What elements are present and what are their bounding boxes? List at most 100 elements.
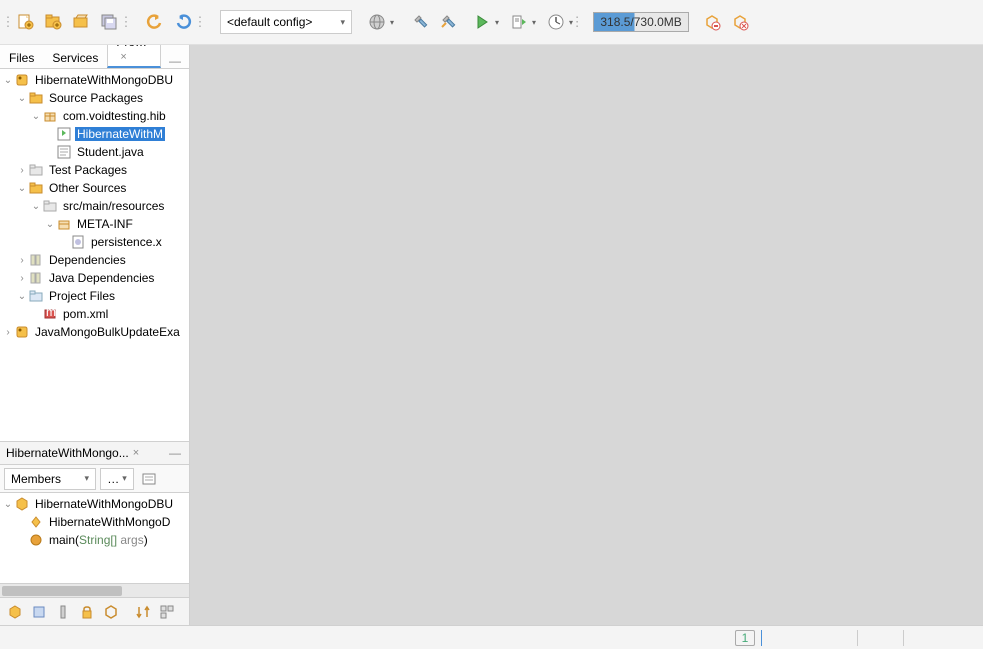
navigator-filter-bar xyxy=(0,597,189,625)
tree-project[interactable]: ⌄ HibernateWithMongoDBU xyxy=(0,71,189,89)
libraries-icon xyxy=(28,252,44,268)
project-tree[interactable]: ⌄ HibernateWithMongoDBU ⌄ Source Package… xyxy=(0,69,189,441)
close-icon[interactable]: × xyxy=(120,51,126,63)
dropdown-arrow[interactable]: ▾ xyxy=(532,18,536,27)
tree-folder-source-packages[interactable]: ⌄ Source Packages xyxy=(0,89,189,107)
tree-project[interactable]: › JavaMongoBulkUpdateExa xyxy=(0,323,189,341)
navigator-tabs: HibernateWithMongo... × — xyxy=(0,441,189,465)
profile-button[interactable] xyxy=(543,9,569,35)
browser-button[interactable] xyxy=(364,9,390,35)
class-icon xyxy=(14,496,30,512)
scrollbar-thumb[interactable] xyxy=(2,586,122,596)
expander-icon[interactable]: ⌄ xyxy=(2,499,14,510)
tree-xml-file[interactable]: persistence.x xyxy=(0,233,189,251)
run-button[interactable] xyxy=(469,9,495,35)
nav-history-button[interactable] xyxy=(138,468,160,490)
editor-area xyxy=(190,45,983,625)
toolbar-separator xyxy=(575,11,579,33)
tree-folder-test-packages[interactable]: › Test Packages xyxy=(0,161,189,179)
tree-java-class[interactable]: HibernateWithM xyxy=(0,125,189,143)
members-select[interactable]: Members▾ xyxy=(4,468,96,490)
sort-button[interactable] xyxy=(132,601,154,623)
group-button[interactable] xyxy=(156,601,178,623)
nav-class[interactable]: ⌄ HibernateWithMongoDBU xyxy=(0,495,189,513)
libraries-icon xyxy=(28,270,44,286)
java-main-icon xyxy=(56,126,72,142)
filter-static-button[interactable] xyxy=(52,601,74,623)
tree-folder-meta-inf[interactable]: ⌄ META-INF xyxy=(0,215,189,233)
status-cell xyxy=(903,630,943,646)
package-folder-icon xyxy=(28,180,44,196)
run-config-select[interactable]: <default config> ▾ xyxy=(220,10,352,34)
filter-inherited2-button[interactable] xyxy=(100,601,122,623)
expander-icon[interactable]: › xyxy=(16,165,28,176)
filter-fields-button[interactable] xyxy=(28,601,50,623)
expander-icon[interactable]: ⌄ xyxy=(44,219,56,230)
package-icon xyxy=(56,216,72,232)
expander-icon[interactable]: ⌄ xyxy=(16,291,28,302)
tree-package[interactable]: ⌄ com.voidtesting.hib xyxy=(0,107,189,125)
tree-java-class[interactable]: Student.java xyxy=(0,143,189,161)
view-select[interactable]: …▾ xyxy=(100,468,134,490)
tab-projects[interactable]: Pro…× xyxy=(107,45,161,68)
new-file-button[interactable] xyxy=(12,9,38,35)
save-all-button[interactable] xyxy=(96,9,122,35)
status-bar: 1 xyxy=(0,625,983,649)
memory-text: 318.5/730.0MB xyxy=(600,15,681,29)
expander-icon[interactable]: ⌄ xyxy=(30,201,42,212)
navigator-tab[interactable]: HibernateWithMongo... × xyxy=(0,443,145,463)
folder-icon xyxy=(42,198,58,214)
filter-inherited-button[interactable] xyxy=(4,601,26,623)
toolbar-separator xyxy=(6,11,10,33)
notifications-indicator[interactable]: 1 xyxy=(735,630,755,646)
pause-gc-button[interactable] xyxy=(699,9,725,35)
tree-folder-project-files[interactable]: ⌄ Project Files xyxy=(0,287,189,305)
expander-icon[interactable]: › xyxy=(2,327,14,338)
config-label: <default config> xyxy=(227,15,312,29)
minimize-icon[interactable]: — xyxy=(161,54,189,68)
nav-method[interactable]: main(String[] args) xyxy=(0,531,189,549)
project-icon xyxy=(14,72,30,88)
expander-icon[interactable]: ⌄ xyxy=(30,111,42,122)
expander-icon[interactable]: › xyxy=(16,255,28,266)
status-cell xyxy=(857,630,897,646)
expander-icon[interactable]: › xyxy=(16,273,28,284)
new-project-button[interactable] xyxy=(40,9,66,35)
memory-indicator[interactable]: 318.5/730.0MB xyxy=(593,12,689,32)
main-area: Files Services Pro…× — ⌄ HibernateWithMo… xyxy=(0,45,983,625)
minimize-icon[interactable]: — xyxy=(161,446,189,460)
method-icon xyxy=(28,532,44,548)
redo-button[interactable] xyxy=(170,9,196,35)
filter-nonpublic-button[interactable] xyxy=(76,601,98,623)
side-panel: Files Services Pro…× — ⌄ HibernateWithMo… xyxy=(0,45,190,625)
nav-constructor[interactable]: HibernateWithMongoD xyxy=(0,513,189,531)
tree-folder-java-dependencies[interactable]: › Java Dependencies xyxy=(0,269,189,287)
tree-pom-file[interactable]: m pom.xml xyxy=(0,305,189,323)
navigator-controls: Members▾ …▾ xyxy=(0,465,189,493)
stop-gc-button[interactable] xyxy=(727,9,753,35)
dropdown-arrow[interactable]: ▾ xyxy=(495,18,499,27)
clean-build-button[interactable] xyxy=(436,9,462,35)
expander-icon[interactable]: ⌄ xyxy=(16,183,28,194)
tab-services[interactable]: Services xyxy=(43,47,107,68)
debug-button[interactable] xyxy=(506,9,532,35)
xml-file-icon xyxy=(70,234,86,250)
scrollbar[interactable] xyxy=(0,583,189,597)
tree-folder-resources[interactable]: ⌄ src/main/resources xyxy=(0,197,189,215)
open-project-button[interactable] xyxy=(68,9,94,35)
close-icon[interactable]: × xyxy=(133,447,139,459)
side-tabs: Files Services Pro…× — xyxy=(0,45,189,69)
expander-icon[interactable]: ⌄ xyxy=(2,75,14,86)
java-class-icon xyxy=(56,144,72,160)
expander-icon[interactable]: ⌄ xyxy=(16,93,28,104)
navigator-tree[interactable]: ⌄ HibernateWithMongoDBU HibernateWithMon… xyxy=(0,493,189,583)
tree-folder-other-sources[interactable]: ⌄ Other Sources xyxy=(0,179,189,197)
folder-icon xyxy=(28,288,44,304)
constructor-icon xyxy=(28,514,44,530)
tree-folder-dependencies[interactable]: › Dependencies xyxy=(0,251,189,269)
package-icon xyxy=(42,108,58,124)
tab-files[interactable]: Files xyxy=(0,47,43,68)
dropdown-arrow[interactable]: ▾ xyxy=(390,18,394,27)
undo-button[interactable] xyxy=(142,9,168,35)
build-button[interactable] xyxy=(408,9,434,35)
